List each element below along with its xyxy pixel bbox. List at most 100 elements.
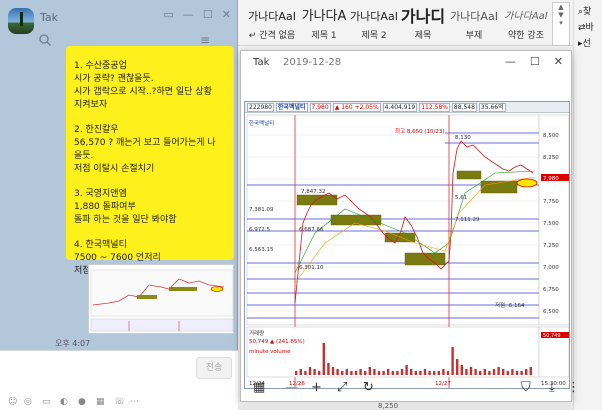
chart-label: 최고 8,650 (10/23)	[395, 127, 445, 135]
stock-amount: 88,548	[451, 102, 477, 112]
chart-label: 5,61	[455, 195, 467, 201]
style-name: 약한 강조	[508, 31, 544, 41]
more-options-icon[interactable]: ⋮	[567, 380, 580, 395]
image-thumbnail[interactable]	[88, 264, 234, 334]
message-bubble[interactable]: 1. 수산중공업 시가 공략? 괜찮을듯. 시가 갭락으로 시작..?하면 일단…	[66, 46, 234, 276]
download-icon[interactable]: ⤓	[549, 380, 555, 395]
emoticon-icon[interactable]: ◎	[24, 397, 32, 407]
notification-icon[interactable]: ●	[78, 397, 86, 407]
zoom-in-icon[interactable]: +	[311, 380, 322, 395]
style-title[interactable]: 가나디 제목	[400, 6, 446, 46]
find-button[interactable]: ⌕찾	[578, 4, 591, 17]
stock-extra: 35.66억	[478, 102, 506, 112]
style-subtle-emphasis[interactable]: 가나다AaI 약한 강조	[500, 6, 552, 46]
style-sample: 가나디	[400, 7, 446, 26]
attach-icon[interactable]: ▭	[42, 397, 51, 407]
message-line: 2. 한진칼우 56,570 ? 깨는거 보고 들어가는게 나 을듯. 저점 이…	[74, 125, 216, 174]
style-name: 제목 2	[361, 31, 387, 41]
price-tick: 8,250	[543, 155, 559, 161]
price-tick: 8,500	[543, 133, 559, 139]
message-time: 오후 4:07	[55, 339, 91, 348]
zoom-out-icon[interactable]: —	[285, 380, 298, 395]
chat-window: Tak ▭ — ☐ ✕ ≡ 1. 수산중공업 시가 공략? 괜찮을듯. 시가 갭…	[0, 0, 238, 410]
chat-input-area[interactable]: 전송 ☺ ◎ ▭ ◐ ● ▦ ☏ ⋯	[0, 350, 238, 410]
maximize-icon[interactable]: ☐	[203, 8, 213, 21]
chart-label: 6,301.10	[299, 265, 324, 271]
close-icon[interactable]: ✕	[222, 8, 231, 21]
send-button[interactable]: 전송	[196, 357, 232, 379]
find-label: 찾	[583, 7, 592, 17]
replace-button[interactable]: ⇄바	[578, 20, 594, 33]
chart-label: 8,130	[455, 135, 471, 141]
replace-label: 바	[585, 23, 594, 33]
background-strip: 8,250	[238, 402, 573, 410]
chart-label: 7,111.29	[455, 217, 480, 223]
chart-label: 7,381.09	[249, 207, 274, 213]
price-chart: 한국맥널티 최고 8,650 (10/23) 7,847.32 7,381.09…	[245, 113, 569, 388]
stock-chart-image: 222980 한국맥널티 7,980 ▲ 160 +2.05% 4,404,91…	[244, 101, 570, 389]
price-tick: 6,750	[543, 287, 559, 293]
chat-window-controls: ▭ — ☐ ✕	[164, 8, 232, 21]
background-value: 8,250	[378, 402, 399, 410]
chart-label: 저점: 6,164	[495, 301, 525, 309]
bookmark-icon[interactable]: ⛉	[521, 380, 531, 395]
style-heading-1[interactable]: 가나다A 제목 1	[300, 6, 348, 46]
price-tick: 6,500	[543, 309, 559, 315]
style-sample: 가나다AaI	[504, 11, 548, 22]
minimize-icon[interactable]: —	[505, 55, 516, 68]
viewer-window-controls: — ☐ ✕	[505, 55, 563, 68]
volume-legend: minute volume	[249, 349, 291, 355]
style-sample: 가나다A	[301, 9, 347, 24]
chart-label: 7,847.32	[301, 189, 326, 195]
stock-change: ▲ 160 +2.05%	[332, 102, 381, 112]
pin-icon[interactable]: ▭	[164, 8, 174, 21]
styles-scroll[interactable]: ▲ ▼ ▾	[552, 2, 570, 46]
stock-volume: 4,404,919	[382, 102, 418, 112]
calendar-icon[interactable]: ▦	[96, 397, 105, 407]
current-price-tag: 7,980	[543, 176, 559, 182]
style-sample: 가나다AaI	[248, 10, 296, 23]
price-tick: 7,500	[543, 221, 559, 227]
chat-title: Tak	[40, 11, 59, 24]
chart-label: 6,687.66	[299, 227, 324, 233]
style-name: ↵ 간격 없음	[248, 31, 296, 41]
hts-toolbar: 222980 한국맥널티 7,980 ▲ 160 +2.05% 4,404,91…	[245, 102, 569, 113]
grid-view-icon[interactable]: ▦	[253, 380, 265, 395]
stock-ratio: 112.58%	[419, 102, 450, 112]
more-icon[interactable]: ⋯	[130, 397, 139, 407]
select-button[interactable]: ▸선	[578, 36, 591, 49]
style-sample: 가나다AaI	[450, 10, 498, 23]
select-label: 선	[582, 39, 591, 49]
stock-price: 7,980	[309, 102, 331, 112]
image-viewer-window: Tak 2019-12-28 — ☐ ✕ 222980 한국맥널티 7,980 …	[240, 50, 580, 402]
styles-ribbon: 가나다AaI ↵ 간격 없음 가나다A 제목 1 가나다AaI 제목 2 가나디…	[238, 0, 602, 46]
style-heading-2[interactable]: 가나다AaI 제목 2	[348, 6, 400, 46]
chart-label: 한국맥널티	[249, 119, 274, 127]
capture-icon[interactable]: ◐	[60, 397, 68, 407]
volume-value: 50,749 ▲ (241.85%)	[249, 339, 305, 345]
message-line: 1. 수산중공업 시가 공략? 괜찮을듯. 시가 갭락으로 시작..?하면 일단…	[74, 61, 212, 110]
avatar[interactable]	[8, 8, 34, 34]
call-icon[interactable]: ☏	[114, 397, 125, 407]
style-no-spacing[interactable]: 가나다AaI ↵ 간격 없음	[244, 6, 300, 46]
search-icon[interactable]	[38, 33, 52, 47]
viewer-date: 2019-12-28	[283, 57, 342, 68]
viewer-title: Tak	[253, 57, 270, 68]
message-line: 3. 국영지앤엠 1,880 돌파여부 돌파 하는 것을 일단 봐야함	[74, 189, 177, 225]
chart-label: 6,972.5	[249, 227, 270, 233]
minimize-icon[interactable]: —	[183, 8, 194, 21]
maximize-icon[interactable]: ☐	[530, 55, 540, 68]
editing-panel: ⌕찾 ⇄바 ▸선	[573, 0, 602, 410]
close-icon[interactable]: ✕	[554, 55, 563, 68]
price-tick: 7,750	[543, 199, 559, 205]
viewer-titlebar: Tak 2019-12-28 — ☐ ✕	[241, 51, 571, 73]
menu-icon[interactable]: ≡	[200, 33, 210, 47]
volume-label: 거래량	[249, 329, 264, 337]
emoji-icon[interactable]: ☺	[8, 397, 17, 407]
style-name: 부제	[465, 31, 483, 41]
fit-screen-icon[interactable]: ⤢	[337, 380, 347, 395]
style-subtitle[interactable]: 가나다AaI 부제	[448, 6, 500, 46]
rotate-icon[interactable]: ↻	[363, 380, 374, 395]
volume-tag: 50,749	[543, 333, 561, 339]
viewer-toolbar: ▦ — + ⤢ ↻ ⛉ ⤓ ⋮	[241, 373, 580, 401]
